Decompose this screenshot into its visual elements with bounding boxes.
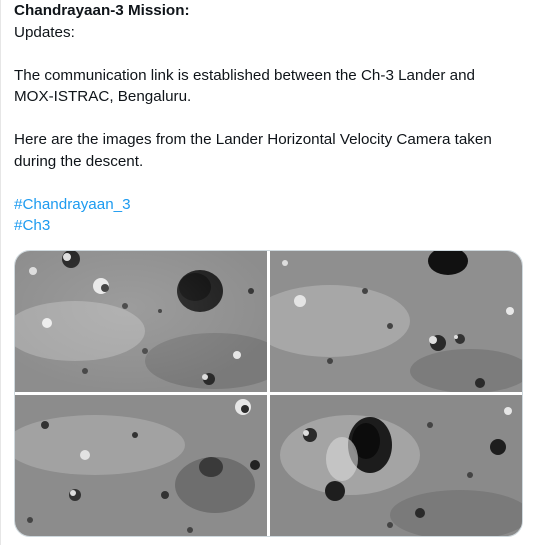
post-paragraph-2-line-1: Here are the images from the Lander Hori… — [14, 131, 492, 148]
left-border — [0, 0, 1, 545]
post-subtitle: Updates: — [14, 23, 75, 41]
post-title: Chandrayaan-3 Mission: — [14, 2, 190, 19]
media-grid — [14, 250, 523, 537]
lunar-image-4[interactable] — [270, 395, 522, 536]
hashtag-chandrayaan-3[interactable]: #Chandrayaan_3 — [14, 194, 131, 216]
lunar-image-2[interactable] — [270, 251, 522, 392]
post-paragraph-1-line-2: MOX-ISTRAC, Bengaluru. — [14, 88, 192, 105]
lunar-image-3[interactable] — [15, 395, 267, 536]
hashtag-ch3[interactable]: #Ch3 — [14, 215, 50, 237]
post-text: Chandrayaan-3 Mission: Updates: The comm… — [14, 0, 524, 237]
post-paragraph-2-line-2: during the descent. — [14, 152, 144, 170]
post-paragraph-1-line-1: The communication link is established be… — [14, 66, 475, 84]
lunar-image-1[interactable] — [15, 251, 267, 392]
